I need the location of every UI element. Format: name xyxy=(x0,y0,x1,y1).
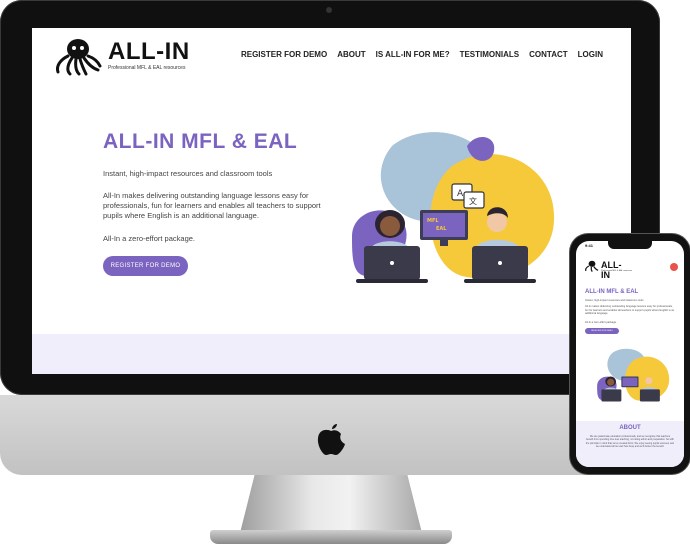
site-header: ALL-IN Professional MFL & EAL resources … xyxy=(32,28,631,86)
svg-text:文: 文 xyxy=(469,196,477,206)
site-logo[interactable]: ALL-IN Professional MFL & EAL resources xyxy=(52,36,192,80)
imac-base xyxy=(210,530,452,544)
phone-logo[interactable]: ALL-IN Professional MFL & EAL resources xyxy=(584,259,632,280)
imac-stand xyxy=(240,475,422,533)
hero-tagline: Instant, high-impact resources and class… xyxy=(103,169,273,178)
nav-contact[interactable]: CONTACT xyxy=(529,50,568,59)
apple-logo-icon xyxy=(317,424,345,455)
iphone: 9:41 ALL-IN Professional MFL & EAL resou… xyxy=(570,234,690,474)
octopus-icon xyxy=(585,260,599,272)
monitor-text-eal: EAL xyxy=(436,226,447,232)
svg-text:A: A xyxy=(457,189,464,199)
nav-about[interactable]: ABOUT xyxy=(337,50,365,59)
section-band xyxy=(32,334,631,374)
phone-hero-package-note: All-In a zero-effort package. xyxy=(585,321,617,324)
phone-screen: 9:41 ALL-IN Professional MFL & EAL resou… xyxy=(576,241,684,467)
phone-register-button[interactable]: REGISTER FOR DEMO xyxy=(585,328,619,334)
nav-register-for-demo[interactable]: REGISTER FOR DEMO xyxy=(241,50,327,59)
phone-hero-illustration xyxy=(597,348,670,402)
phone-clock: 9:41 xyxy=(585,243,594,248)
phone-hero-description: All-In makes delivering outstanding lang… xyxy=(585,305,675,315)
laptop-right-icon xyxy=(464,246,536,283)
imac-screen: ALL-IN Professional MFL & EAL resources … xyxy=(32,28,631,374)
phone-hero-tagline: Instant, high-impact resources and class… xyxy=(585,299,644,302)
phone-logo-subtitle: Professional MFL & EAL resources xyxy=(601,270,632,272)
hero-title: ALL-IN MFL & EAL xyxy=(103,130,298,153)
hero-description: All-In makes delivering outstanding lang… xyxy=(103,191,321,221)
logo-subtitle: Professional MFL & EAL resources xyxy=(108,65,186,71)
logo-text: ALL-IN xyxy=(108,38,190,65)
menu-icon[interactable] xyxy=(670,263,678,271)
nav-login[interactable]: LOGIN xyxy=(578,50,603,59)
laptop-left-icon xyxy=(356,246,428,283)
phone-about-text: We are passionate education professional… xyxy=(586,435,674,449)
phone-about-title: ABOUT xyxy=(619,425,641,431)
phone-notch xyxy=(608,241,652,249)
register-for-demo-button[interactable]: REGISTER FOR DEMO xyxy=(103,256,188,276)
hero-package-note: All-In a zero-effort package. xyxy=(103,234,195,243)
nav-testimonials[interactable]: TESTIMONIALS xyxy=(460,50,520,59)
phone-hero-title: ALL-IN MFL & EAL xyxy=(585,289,639,295)
imac-bezel: ALL-IN Professional MFL & EAL resources … xyxy=(0,0,660,395)
monitor-text-mfl: MFL xyxy=(427,218,439,224)
main-nav: REGISTER FOR DEMO ABOUT IS ALL-IN FOR ME… xyxy=(241,50,603,59)
camera-icon xyxy=(326,7,332,13)
hero-illustration: A 文 MFL EAL xyxy=(352,132,555,283)
nav-is-all-in-for-me[interactable]: IS ALL-IN FOR ME? xyxy=(376,50,450,59)
octopus-icon xyxy=(56,39,102,76)
